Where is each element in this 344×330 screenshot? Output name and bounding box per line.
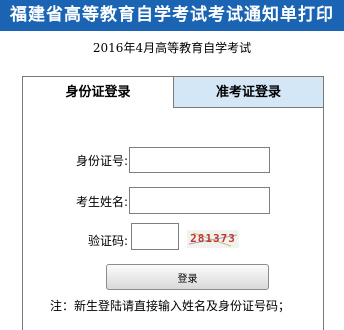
- new-student-note: 注：新生登陆请直接输入姓名及身份证号码；: [50, 299, 291, 313]
- header-bar: 福建省高等教育自学考试考试通知单打印: [0, 0, 344, 31]
- tab-id-card-login[interactable]: 身份证登录: [22, 76, 174, 108]
- login-tabs: 身份证登录 准考证登录: [22, 76, 324, 108]
- id-number-input[interactable]: [129, 147, 270, 173]
- tab-admission-ticket-login[interactable]: 准考证登录: [174, 76, 324, 108]
- id-number-label: 身份证号:: [75, 154, 128, 168]
- page-title: 福建省高等教育自学考试考试通知单打印: [10, 5, 334, 25]
- candidate-name-label: 考生姓名:: [75, 195, 128, 209]
- captcha-image[interactable]: 281373: [187, 230, 239, 248]
- login-button[interactable]: 登录: [106, 264, 269, 290]
- candidate-name-input[interactable]: [129, 187, 270, 214]
- exam-subtitle: 2016年4月高等教育自学考试: [92, 41, 252, 55]
- captcha-label: 验证码:: [87, 234, 128, 248]
- captcha-input[interactable]: [131, 223, 179, 250]
- login-panel: [22, 108, 324, 330]
- captcha-code-text: 281373: [190, 232, 236, 245]
